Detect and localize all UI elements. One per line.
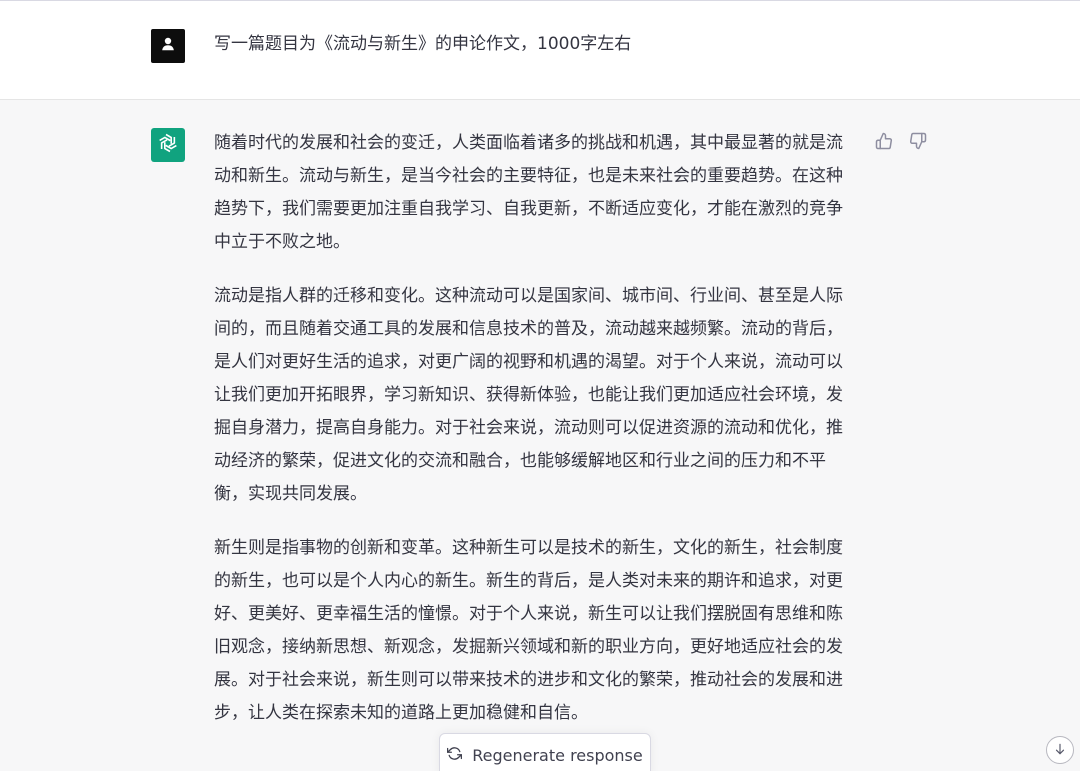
thumbs-up-icon [875,132,893,154]
answer-paragraph-1: 随着时代的发展和社会的变迁，人类面临着诸多的挑战和机遇，其中最显著的就是流动和新… [214,133,843,252]
user-avatar [151,29,185,63]
refresh-icon [447,746,463,765]
regenerate-label: Regenerate response [472,745,643,765]
openai-logo-icon [156,131,180,159]
chat-page: 写一篇题目为《流动与新生》的申论作文，1000字左右 随着时代的发展和社会的变迁… [0,0,1080,771]
assistant-message-text: 随着时代的发展和社会的变迁，人类面临着诸多的挑战和机遇，其中最显著的就是流动和新… [214,127,850,751]
feedback-buttons [874,132,928,154]
user-message-row: 写一篇题目为《流动与新生》的申论作文，1000字左右 [0,1,1080,100]
thumbs-down-button[interactable] [908,132,928,154]
answer-paragraph-2: 流动是指人群的迁移和变化。这种流动可以是国家间、城市间、行业间、甚至是人际间的，… [214,286,843,504]
regenerate-response-button[interactable]: Regenerate response [439,733,651,771]
user-icon [160,36,176,56]
assistant-message-row: 随着时代的发展和社会的变迁，人类面临着诸多的挑战和机遇，其中最显著的就是流动和新… [0,100,1080,771]
thumbs-up-button[interactable] [874,132,894,154]
user-message-text: 写一篇题目为《流动与新生》的申论作文，1000字左右 [214,34,632,54]
answer-paragraph-3: 新生则是指事物的创新和变革。这种新生可以是技术的新生，文化的新生，社会制度的新生… [214,538,843,723]
assistant-avatar [151,128,185,162]
thumbs-down-icon [909,132,927,154]
arrow-down-icon [1053,741,1067,760]
scroll-to-bottom-button[interactable] [1046,736,1074,764]
